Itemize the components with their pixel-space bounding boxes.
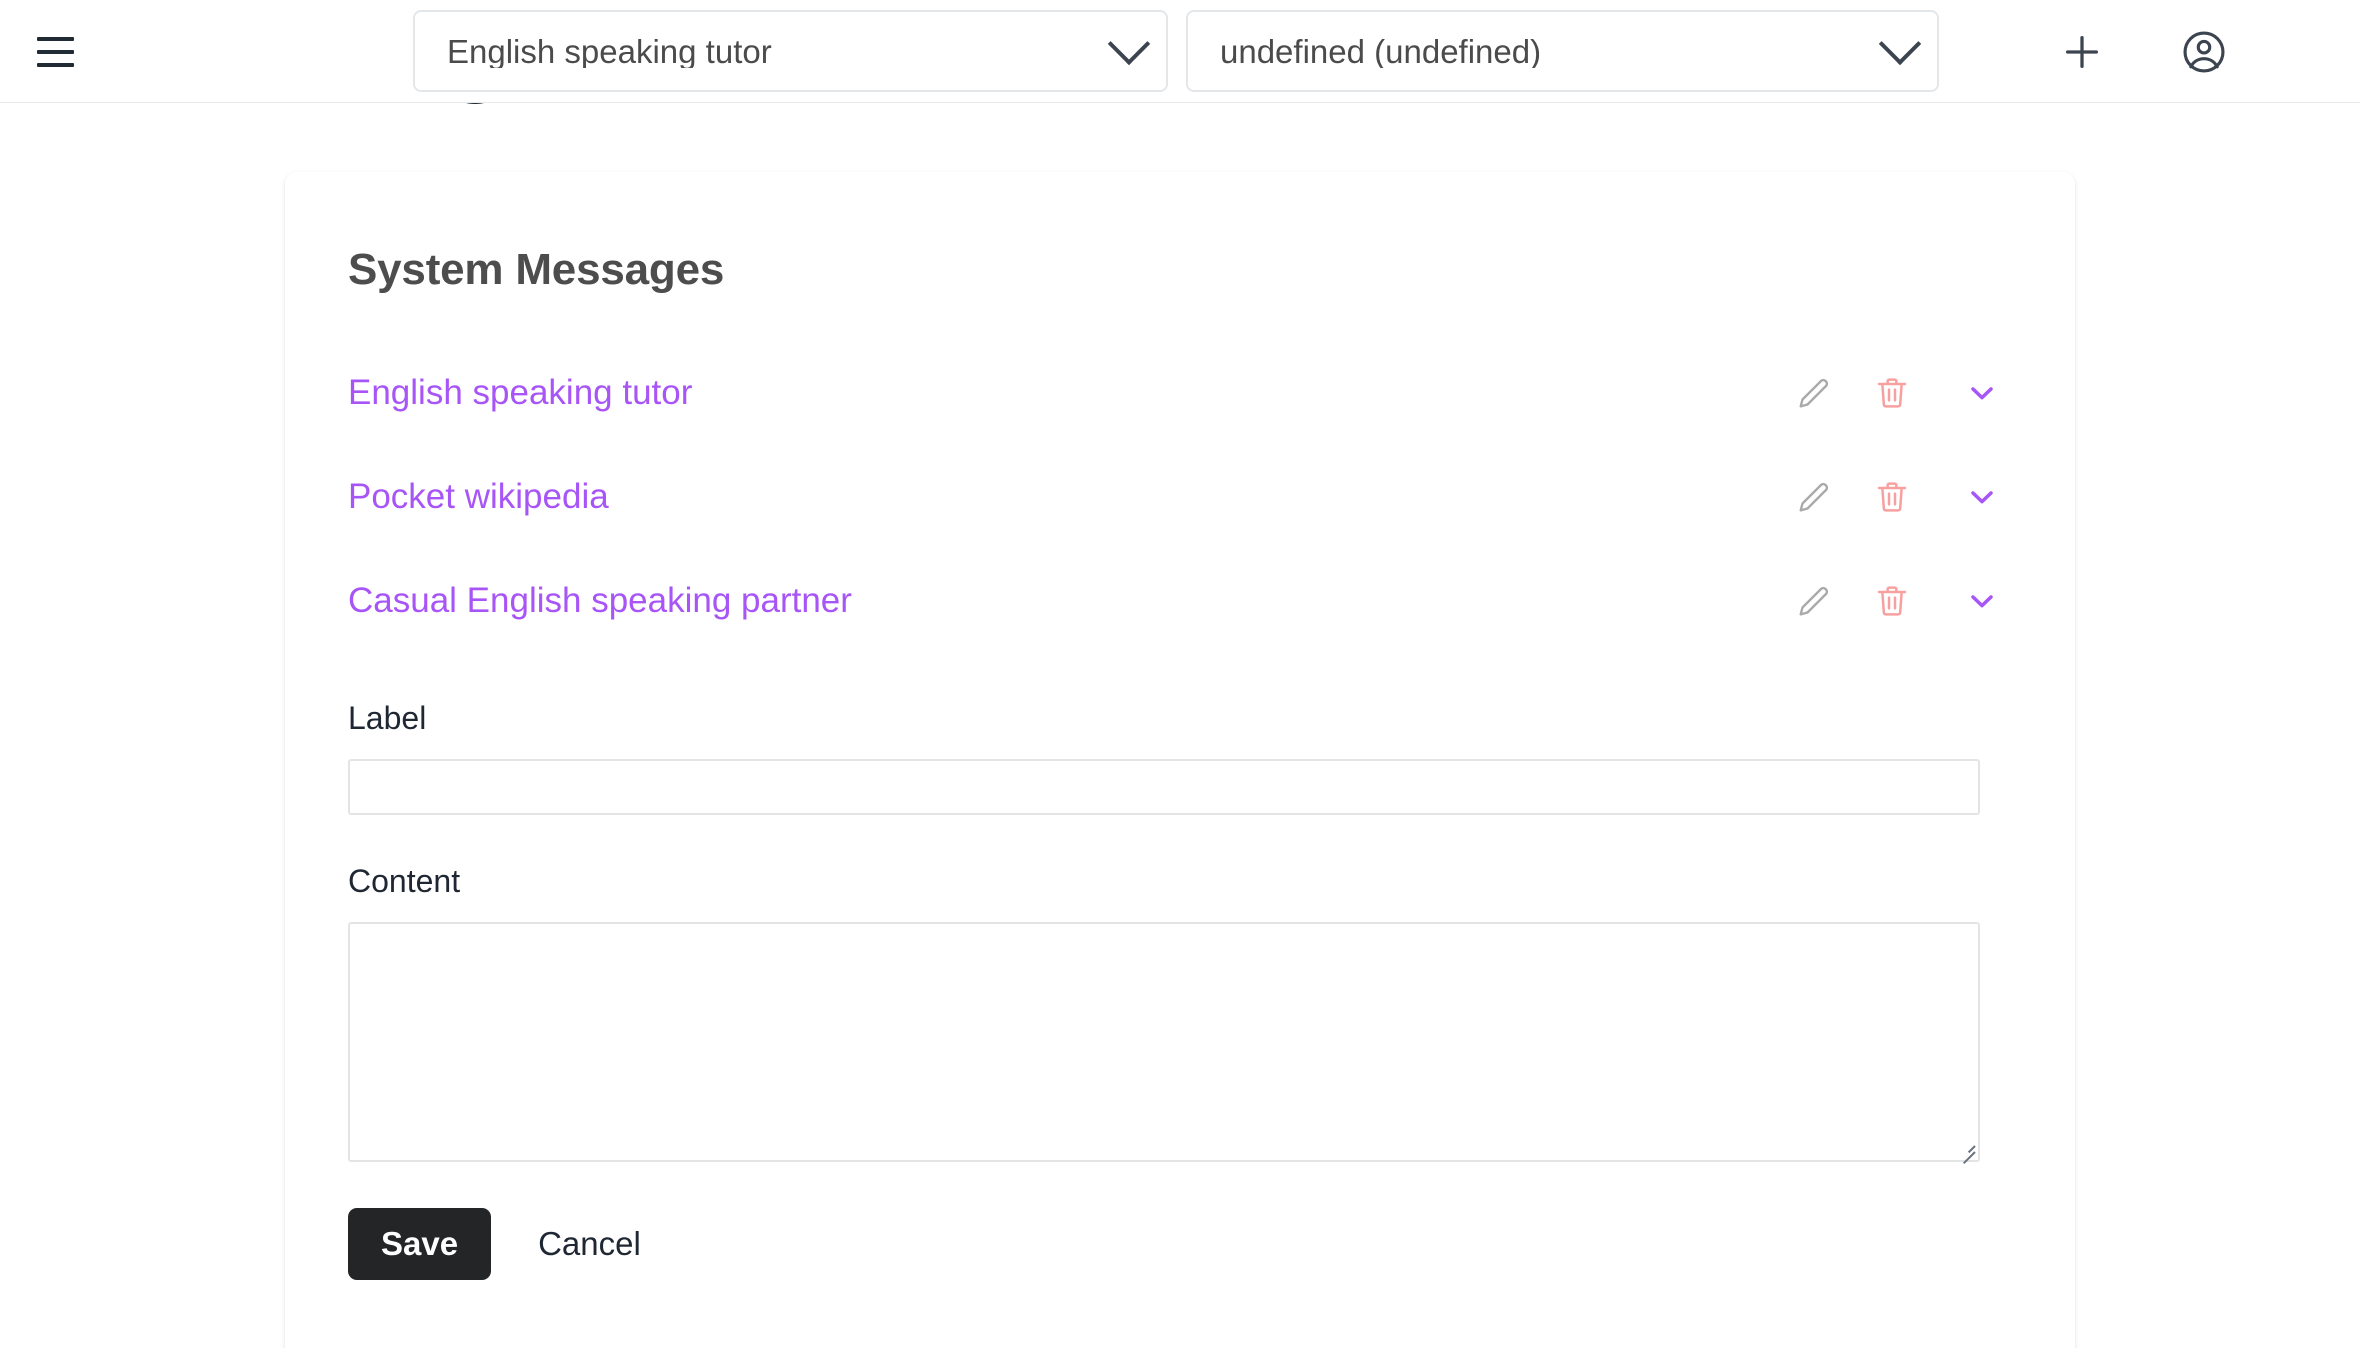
cancel-button[interactable]: Cancel (538, 1208, 641, 1280)
system-messages-card: System Messages English speaking tutor P… (285, 172, 2075, 1348)
list-item-actions (1783, 445, 2013, 549)
edit-button[interactable] (1783, 362, 1845, 424)
delete-button[interactable] (1861, 466, 1923, 528)
hamburger-bar (36, 63, 74, 67)
list-item-label[interactable]: English speaking tutor (348, 373, 692, 413)
form-actions: Save Cancel (348, 1208, 2013, 1280)
system-messages-list: English speaking tutor Pocket wikipedia … (348, 341, 2013, 653)
list-item[interactable]: Casual English speaking partner (348, 549, 2013, 653)
content-textarea[interactable] (348, 922, 1980, 1162)
expand-button[interactable] (1951, 466, 2013, 528)
edit-button[interactable] (1783, 466, 1845, 528)
page-body: System Messages English speaking tutor P… (0, 103, 2360, 1348)
account-circle-icon (2183, 31, 2225, 73)
page-title: System Messages (348, 245, 725, 294)
content-field-label: Content (348, 863, 461, 899)
delete-button[interactable] (1861, 362, 1923, 424)
edit-button[interactable] (1783, 570, 1845, 632)
chevron-down-icon (1971, 387, 1993, 400)
assistant-selector-dropdown[interactable]: English speaking tutor (413, 10, 1168, 92)
chevron-down-icon (1971, 595, 1993, 608)
system-message-form: Label Content Save Cancel (348, 700, 2013, 1280)
model-selector-dropdown[interactable]: undefined (undefined) (1186, 10, 1939, 92)
add-button[interactable] (2052, 22, 2112, 82)
plus-icon (2065, 35, 2099, 69)
hamburger-bar (36, 37, 74, 41)
trash-icon (1877, 586, 1907, 616)
list-item-label[interactable]: Pocket wikipedia (348, 477, 609, 517)
hamburger-bar (36, 50, 74, 54)
pencil-icon (1799, 378, 1829, 408)
expand-button[interactable] (1951, 362, 2013, 424)
top-app-bar: English speaking tutor undefined (undefi… (0, 0, 2360, 103)
chevron-down-icon (1092, 22, 1166, 66)
pencil-icon (1799, 586, 1829, 616)
content-textarea-wrap (348, 922, 1980, 1165)
delete-button[interactable] (1861, 570, 1923, 632)
trash-icon (1877, 378, 1907, 408)
account-button[interactable] (2174, 22, 2234, 82)
label-field-label: Label (348, 700, 427, 736)
model-selector-value: undefined (undefined) (1220, 34, 1542, 68)
trash-icon (1877, 482, 1907, 512)
chevron-down-icon (1971, 491, 1993, 504)
list-item[interactable]: Pocket wikipedia (348, 445, 2013, 549)
list-item-label[interactable]: Casual English speaking partner (348, 581, 852, 621)
assistant-selector-value: English speaking tutor (447, 34, 772, 68)
list-item[interactable]: English speaking tutor (348, 341, 2013, 445)
list-item-actions (1783, 549, 2013, 653)
pencil-icon (1799, 482, 1829, 512)
chevron-down-icon (1863, 22, 1937, 66)
hamburger-menu-icon[interactable] (27, 24, 83, 80)
list-item-actions (1783, 341, 2013, 445)
label-input[interactable] (348, 759, 1980, 815)
expand-button[interactable] (1951, 570, 2013, 632)
save-button[interactable]: Save (348, 1208, 492, 1280)
